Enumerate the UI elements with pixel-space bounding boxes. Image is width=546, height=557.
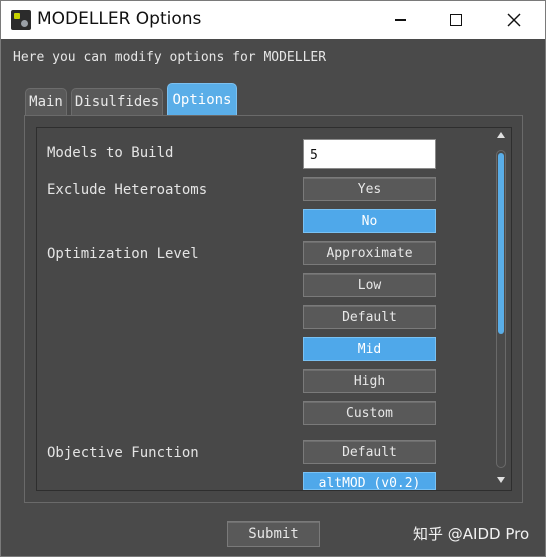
optimization-custom-button[interactable]: Custom	[303, 401, 436, 425]
objective-function-label: Objective Function	[47, 445, 199, 461]
exclude-heteroatoms-label: Exclude Heteroatoms	[47, 182, 208, 198]
models-to-build-input[interactable]: 5	[303, 139, 436, 169]
maximize-button[interactable]	[433, 1, 479, 39]
vertical-scrollbar[interactable]	[493, 132, 509, 487]
heteroatoms-yes-button[interactable]: Yes	[303, 177, 436, 201]
optimization-mid-button[interactable]: Mid	[303, 337, 436, 361]
optimization-approximate-button[interactable]: Approximate	[303, 241, 436, 265]
heteroatoms-no-button[interactable]: No	[303, 209, 436, 233]
objective-default-button[interactable]: Default	[303, 440, 436, 464]
models-to-build-label: Models to Build	[47, 145, 174, 161]
tab-disulfides[interactable]: Disulfides	[71, 88, 163, 115]
scroll-down-arrow-icon[interactable]	[497, 477, 505, 483]
intro-text: Here you can modify options for MODELLER	[13, 50, 327, 65]
submit-button[interactable]: Submit	[227, 521, 320, 547]
tab-main[interactable]: Main	[25, 88, 67, 115]
title-bar[interactable]: MODELLER Options	[1, 1, 545, 39]
scroll-up-arrow-icon[interactable]	[497, 132, 505, 138]
scrollbar-thumb[interactable]	[498, 153, 504, 334]
pymol-app-icon	[11, 10, 31, 30]
minimize-icon	[394, 19, 406, 21]
watermark-text: 知乎 @AIDD Pro	[413, 525, 530, 543]
optimization-low-button[interactable]: Low	[303, 273, 436, 297]
modeller-options-window: MODELLER Options Here you can modify opt…	[0, 0, 546, 557]
minimize-button[interactable]	[377, 1, 423, 39]
maximize-icon	[450, 14, 462, 26]
optimization-level-label: Optimization Level	[47, 246, 199, 262]
close-button[interactable]	[491, 1, 537, 39]
optimization-default-button[interactable]: Default	[303, 305, 436, 329]
tab-options[interactable]: Options	[167, 83, 237, 115]
objective-altmod-button[interactable]: altMOD (v0.2)	[303, 472, 436, 491]
window-title: MODELLER Options	[37, 9, 202, 29]
close-icon	[507, 13, 521, 27]
optimization-high-button[interactable]: High	[303, 369, 436, 393]
